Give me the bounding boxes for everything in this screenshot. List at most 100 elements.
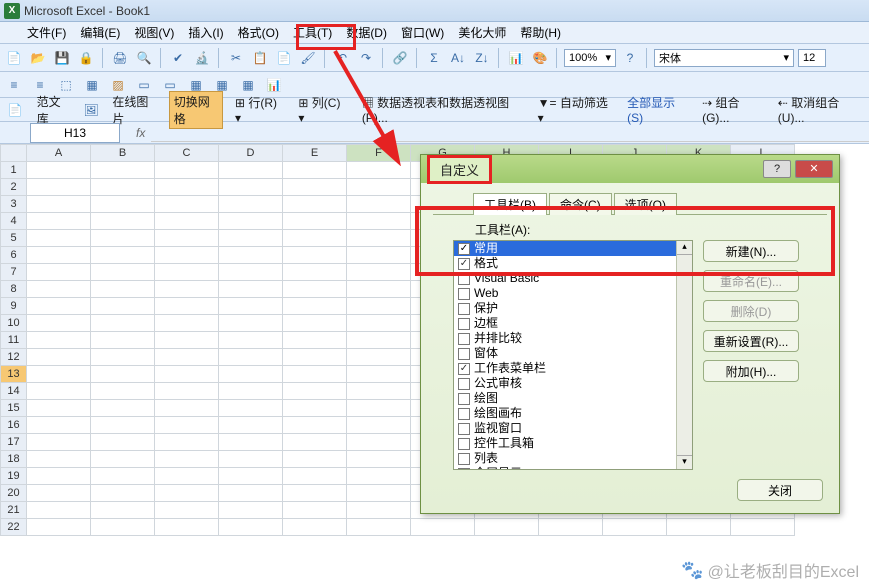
chart-icon[interactable]: 📊 — [264, 75, 284, 95]
cell[interactable] — [219, 332, 283, 349]
showall-button[interactable]: 全部显示(S) — [623, 93, 690, 126]
row-header[interactable]: 19 — [1, 468, 27, 485]
cell[interactable] — [475, 519, 539, 536]
cell[interactable] — [91, 519, 155, 536]
cell[interactable] — [27, 502, 91, 519]
cell[interactable] — [91, 485, 155, 502]
cell[interactable] — [27, 247, 91, 264]
sort-asc-icon[interactable]: A↓ — [448, 48, 468, 68]
list-item[interactable]: 监视窗口 — [454, 421, 692, 436]
close-icon[interactable]: ✕ — [795, 160, 833, 178]
font-combo[interactable]: 宋体▾ — [654, 49, 794, 67]
cell[interactable] — [27, 196, 91, 213]
chart-icon[interactable]: 📊 — [506, 48, 526, 68]
cell[interactable] — [219, 519, 283, 536]
ungroup-button[interactable]: ⇠ 取消组合(U)... — [774, 93, 863, 126]
cell[interactable] — [91, 502, 155, 519]
cell[interactable] — [27, 213, 91, 230]
cell[interactable] — [27, 315, 91, 332]
cell[interactable] — [27, 349, 91, 366]
cell[interactable] — [155, 332, 219, 349]
cell[interactable] — [219, 451, 283, 468]
link-icon[interactable]: 🔗 — [390, 48, 410, 68]
toolbars-listbox[interactable]: ✓常用✓格式Visual BasicWeb保护边框并排比较窗体✓工作表菜单栏公式… — [453, 240, 693, 470]
checkbox-icon[interactable]: ✓ — [458, 363, 470, 375]
redo-icon[interactable]: ↷ — [356, 48, 376, 68]
cell[interactable] — [27, 281, 91, 298]
cell[interactable] — [155, 383, 219, 400]
checkbox-icon[interactable] — [458, 288, 470, 300]
reset-button[interactable]: 重新设置(R)... — [703, 330, 799, 352]
copy-icon[interactable]: 📋 — [250, 48, 270, 68]
cell[interactable] — [283, 485, 347, 502]
list-item[interactable]: 保护 — [454, 301, 692, 316]
cell[interactable] — [283, 400, 347, 417]
cell[interactable] — [347, 230, 411, 247]
cell[interactable] — [91, 162, 155, 179]
row-header[interactable]: 13 — [1, 366, 27, 383]
cell[interactable] — [283, 519, 347, 536]
scroll-down-icon[interactable]: ▾ — [677, 455, 692, 469]
cell[interactable] — [219, 281, 283, 298]
cell[interactable] — [91, 468, 155, 485]
permission-icon[interactable]: 🔒 — [76, 48, 96, 68]
cell[interactable] — [347, 315, 411, 332]
cell[interactable] — [347, 502, 411, 519]
cell[interactable] — [283, 451, 347, 468]
list-item[interactable]: 边框 — [454, 316, 692, 331]
cell[interactable] — [283, 332, 347, 349]
cell[interactable] — [155, 434, 219, 451]
checkbox-icon[interactable] — [458, 273, 470, 285]
row-header[interactable]: 8 — [1, 281, 27, 298]
cell[interactable] — [155, 502, 219, 519]
row-header[interactable]: 4 — [1, 213, 27, 230]
cell[interactable] — [283, 434, 347, 451]
list-item[interactable]: 并排比较 — [454, 331, 692, 346]
checkbox-icon[interactable] — [458, 378, 470, 390]
cell[interactable] — [27, 332, 91, 349]
row-header[interactable]: 12 — [1, 349, 27, 366]
checkbox-icon[interactable] — [458, 423, 470, 435]
cell[interactable] — [155, 417, 219, 434]
cell[interactable] — [667, 519, 731, 536]
cell[interactable] — [91, 400, 155, 417]
list-item[interactable]: 控件工具箱 — [454, 436, 692, 451]
row-header[interactable]: 9 — [1, 298, 27, 315]
cell[interactable] — [91, 349, 155, 366]
help-icon[interactable]: ? — [620, 48, 640, 68]
menu-format[interactable]: 格式(O) — [231, 22, 286, 43]
cell[interactable] — [27, 230, 91, 247]
close-button[interactable]: 关闭 — [737, 479, 823, 501]
cell[interactable] — [347, 417, 411, 434]
cell[interactable] — [283, 366, 347, 383]
cell[interactable] — [283, 196, 347, 213]
cell[interactable] — [219, 366, 283, 383]
fontsize-combo[interactable]: 12 — [798, 49, 826, 67]
col-header[interactable]: E — [283, 145, 347, 162]
cell[interactable] — [603, 519, 667, 536]
cell[interactable] — [219, 213, 283, 230]
cell[interactable] — [91, 451, 155, 468]
cell[interactable] — [91, 230, 155, 247]
cell[interactable] — [155, 349, 219, 366]
cell[interactable] — [283, 264, 347, 281]
group-button[interactable]: ⇢ 组合(G)... — [698, 93, 766, 126]
row-header[interactable]: 7 — [1, 264, 27, 281]
cell[interactable] — [155, 485, 219, 502]
col-header[interactable]: B — [91, 145, 155, 162]
cell[interactable] — [219, 298, 283, 315]
cell[interactable] — [219, 162, 283, 179]
col-header[interactable]: D — [219, 145, 283, 162]
print-icon[interactable]: 🖨 — [110, 48, 130, 68]
cell[interactable] — [731, 519, 795, 536]
cell[interactable] — [91, 332, 155, 349]
checkbox-icon[interactable]: ✓ — [458, 258, 470, 270]
dialog-titlebar[interactable]: 自定义 ? ✕ — [421, 155, 839, 183]
cell[interactable] — [155, 468, 219, 485]
cell[interactable] — [27, 400, 91, 417]
paste-icon[interactable]: 📄 — [274, 48, 294, 68]
row-button[interactable]: ⊞ 行(R) ▾ — [231, 93, 286, 126]
cell[interactable] — [155, 213, 219, 230]
menu-window[interactable]: 窗口(W) — [394, 22, 451, 43]
cell[interactable] — [219, 230, 283, 247]
